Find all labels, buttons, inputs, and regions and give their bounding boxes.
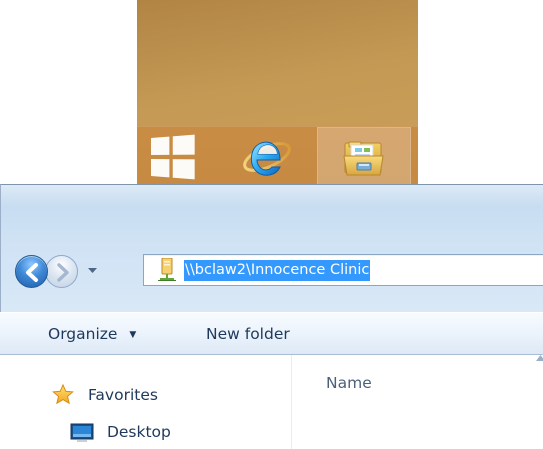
file-explorer-icon	[343, 141, 384, 176]
address-bar[interactable]: \\bclaw2\Innocence Clinic	[143, 254, 543, 286]
organize-dropdown-arrow-icon: ▼	[129, 330, 137, 340]
new-folder-button[interactable]: New folder	[206, 313, 316, 356]
desktop-wallpaper	[137, 0, 418, 126]
address-path-text[interactable]: \\bclaw2\Innocence Clinic	[184, 260, 371, 281]
back-arrow-icon	[26, 263, 38, 282]
screenshot-page: \\bclaw2\Innocence Clinic Organize ▼ New…	[0, 0, 543, 449]
command-bar: Organize ▼ New folder	[0, 312, 543, 355]
favorites-tree-item[interactable]: Favorites	[51, 383, 158, 408]
windows-logo-pane-top-right	[172, 134, 195, 155]
navigation-buttons	[15, 252, 145, 290]
windows-logo-pane-top-left	[151, 136, 170, 155]
explorer-content-area: Favorites Desktop Name	[0, 355, 543, 449]
window-frame-highlight	[1, 185, 543, 207]
organize-button[interactable]: Organize ▼	[48, 313, 166, 356]
desktop-label: Desktop	[106, 423, 171, 441]
sort-up-arrow-icon	[536, 355, 543, 361]
desktop-taskbar-region	[137, 0, 418, 186]
file-list[interactable]: Name	[292, 355, 543, 449]
name-column-header[interactable]: Name	[326, 374, 372, 392]
forward-button[interactable]	[45, 255, 78, 288]
internet-explorer-icon	[243, 141, 291, 176]
desktop-icon	[70, 423, 94, 442]
window-frame: \\bclaw2\Innocence Clinic	[0, 184, 543, 312]
chevron-down-icon[interactable]	[87, 265, 98, 276]
internet-explorer-button[interactable]	[223, 127, 315, 186]
favorites-star-icon	[52, 383, 74, 405]
windows-logo-pane-bottom-left	[151, 159, 170, 178]
back-button[interactable]	[15, 255, 48, 288]
forward-arrow-icon	[57, 263, 69, 282]
desktop-tree-item[interactable]: Desktop	[70, 420, 171, 445]
file-explorer-button[interactable]	[317, 127, 411, 186]
windows-logo-pane-bottom-right	[172, 159, 195, 180]
organize-label: Organize	[48, 325, 118, 343]
navigation-pane: Favorites Desktop	[0, 355, 292, 449]
windows-logo-icon	[151, 134, 195, 180]
network-folder-icon	[158, 258, 176, 281]
start-button[interactable]	[137, 127, 219, 186]
favorites-label: Favorites	[87, 386, 158, 404]
file-explorer-window: \\bclaw2\Innocence Clinic Organize ▼ New…	[0, 184, 543, 449]
taskbar	[137, 126, 418, 186]
